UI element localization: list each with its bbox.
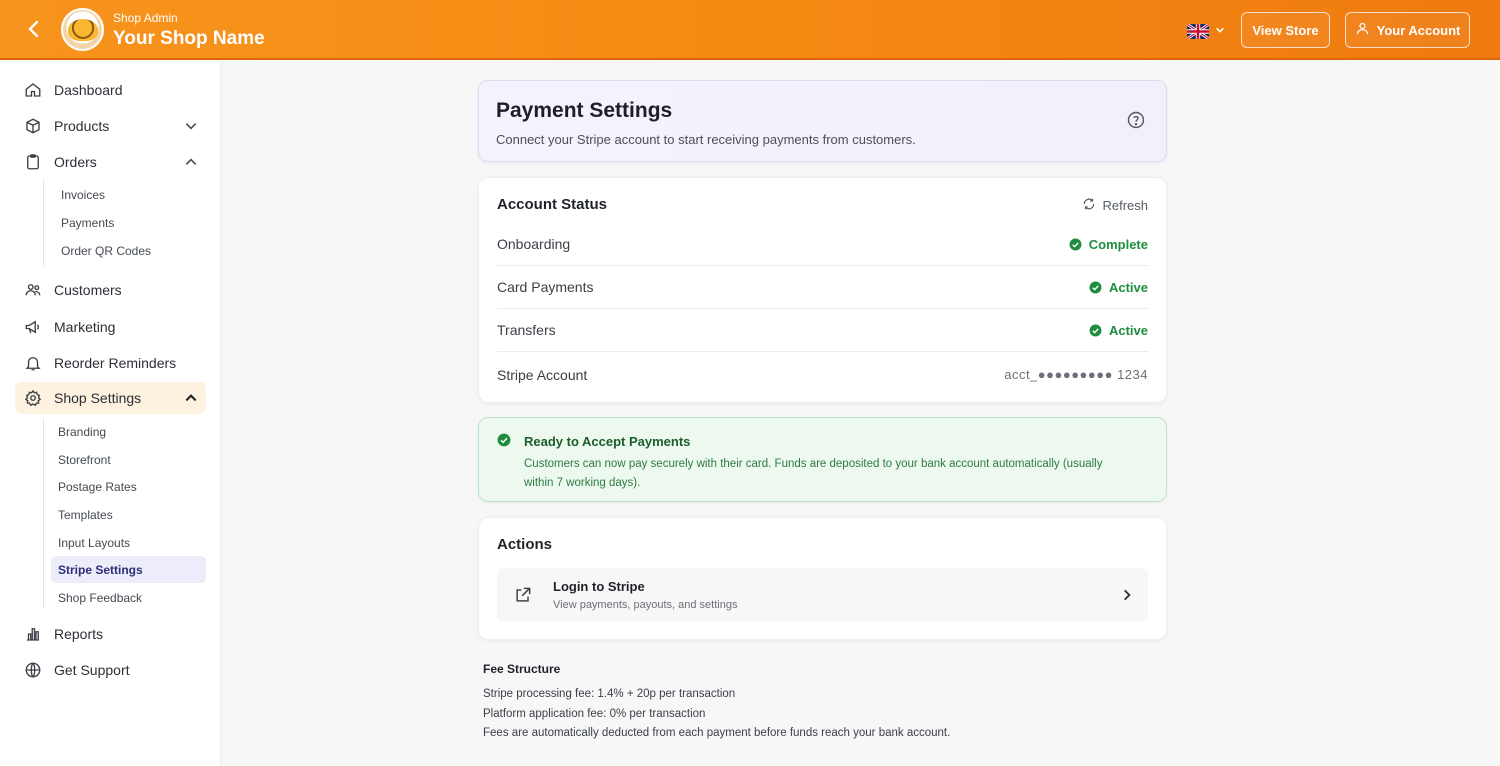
fee-structure: Fee Structure Stripe processing fee: 1.4… [483, 662, 1183, 744]
page-title: Payment Settings [496, 99, 673, 122]
page-subtitle: Connect your Stripe account to start rec… [496, 132, 916, 147]
status-badge: Active [1089, 323, 1148, 338]
sidebar: Dashboard Products Orders Invoices Payme… [0, 62, 221, 766]
check-circle-icon [1069, 238, 1082, 250]
your-account-label: Your Account [1376, 22, 1461, 38]
gear-icon [24, 389, 42, 407]
box-icon [24, 117, 42, 135]
refresh-button[interactable]: Refresh [1082, 197, 1148, 214]
view-store-label: View Store [1252, 22, 1319, 38]
login-title: Login to Stripe [553, 579, 645, 594]
nav-label: Customers [54, 282, 122, 298]
status-row-onboarding: Onboarding Complete [497, 223, 1148, 266]
back-arrow-icon[interactable] [22, 17, 46, 41]
bell-icon [24, 354, 42, 372]
status-row-transfers: Transfers Active [497, 309, 1148, 352]
status-row-stripe-account: Stripe Account acct_●●●●●●●●● 1234 [497, 353, 1148, 396]
brand-subtitle: Shop Admin [113, 11, 178, 25]
sub-invoices[interactable]: Invoices [54, 181, 209, 208]
bar-chart-icon [24, 625, 42, 643]
nav-shop-settings[interactable]: Shop Settings [15, 382, 206, 414]
sub-templates[interactable]: Templates [51, 501, 206, 528]
chevron-up-icon [184, 391, 198, 405]
refresh-label: Refresh [1102, 198, 1148, 213]
sub-storefront[interactable]: Storefront [51, 446, 206, 473]
your-account-button[interactable]: Your Account [1345, 12, 1470, 48]
sub-input-layouts[interactable]: Input Layouts [51, 529, 206, 556]
refresh-icon [1082, 197, 1096, 214]
status-badge: Complete [1069, 237, 1148, 252]
globe-icon [24, 661, 42, 679]
top-header: Shop Admin Your Shop Name View Store You… [0, 0, 1500, 60]
language-selector[interactable] [1187, 22, 1225, 40]
row-label: Card Payments [497, 279, 594, 295]
chevron-down-icon [184, 119, 198, 133]
nav-label: Get Support [54, 662, 130, 678]
clipboard-icon [24, 153, 42, 171]
view-store-button[interactable]: View Store [1241, 12, 1330, 48]
sub-stripe-settings[interactable]: Stripe Settings [51, 556, 206, 583]
nav-reports[interactable]: Reports [15, 618, 206, 650]
shop-name: Your Shop Name [113, 28, 265, 49]
megaphone-icon [24, 318, 42, 336]
status-row-card-payments: Card Payments Active [497, 266, 1148, 309]
chevron-right-icon [1120, 588, 1134, 602]
ready-alert: Ready to Accept Payments Customers can n… [478, 417, 1167, 502]
fee-line: Fees are automatically deducted from eac… [483, 727, 951, 739]
chevron-down-icon [1215, 22, 1225, 40]
login-to-stripe-button[interactable]: Login to Stripe View payments, payouts, … [497, 568, 1148, 622]
row-label: Transfers [497, 322, 556, 338]
ready-title: Ready to Accept Payments [524, 434, 691, 449]
nav-label: Reports [54, 626, 104, 642]
account-status-card: Account Status Refresh Onboarding Comple… [478, 177, 1167, 403]
fee-line: Platform application fee: 0% per transac… [483, 707, 706, 720]
check-circle-icon [497, 433, 511, 452]
nav-orders[interactable]: Orders [15, 146, 206, 178]
nav-customers[interactable]: Customers [15, 274, 206, 306]
uk-flag-icon [1187, 23, 1209, 39]
user-icon [1355, 21, 1370, 39]
page-title-card: Payment Settings Connect your Stripe acc… [478, 80, 1167, 162]
actions-heading: Actions [497, 536, 553, 553]
fee-line: Stripe processing fee: 1.4% + 20p per tr… [483, 688, 736, 700]
nav-label: Shop Settings [54, 390, 142, 406]
login-subtitle: View payments, payouts, and settings [553, 599, 738, 611]
nav-label: Reorder Reminders [54, 355, 177, 371]
help-circle-icon[interactable] [1126, 110, 1146, 130]
chevron-up-icon [184, 155, 198, 169]
fee-heading: Fee Structure [483, 662, 561, 676]
check-circle-icon [1089, 281, 1102, 293]
row-label: Stripe Account [497, 366, 588, 383]
submenu-line [43, 418, 44, 608]
sub-shop-feedback[interactable]: Shop Feedback [51, 584, 206, 611]
account-status-heading: Account Status [497, 196, 608, 213]
shop-logo [61, 8, 104, 51]
nav-reorder-reminders[interactable]: Reorder Reminders [15, 347, 206, 379]
row-label: Onboarding [497, 236, 571, 252]
ready-text: Customers can now pay securely with thei… [524, 458, 1103, 489]
check-circle-icon [1089, 324, 1102, 336]
sub-branding[interactable]: Branding [51, 418, 206, 445]
nav-label: Products [54, 118, 110, 134]
nav-get-support[interactable]: Get Support [15, 654, 206, 686]
nav-marketing[interactable]: Marketing [15, 311, 206, 343]
submenu-line [43, 180, 44, 266]
sub-payments[interactable]: Payments [54, 209, 209, 236]
nav-label: Marketing [54, 319, 116, 335]
sub-order-qr-codes[interactable]: Order QR Codes [54, 237, 209, 264]
status-badge: Active [1089, 280, 1148, 295]
nav-label: Orders [54, 154, 97, 170]
home-icon [24, 81, 42, 99]
stripe-account-id: acct_●●●●●●●●● 1234 [1004, 367, 1148, 382]
sub-postage-rates[interactable]: Postage Rates [51, 473, 206, 500]
actions-card: Actions Login to Stripe View payments, p… [478, 517, 1167, 640]
users-icon [24, 281, 42, 299]
external-link-icon [513, 585, 533, 605]
nav-dashboard[interactable]: Dashboard [15, 74, 206, 106]
nav-products[interactable]: Products [15, 110, 206, 142]
nav-label: Dashboard [54, 82, 123, 98]
